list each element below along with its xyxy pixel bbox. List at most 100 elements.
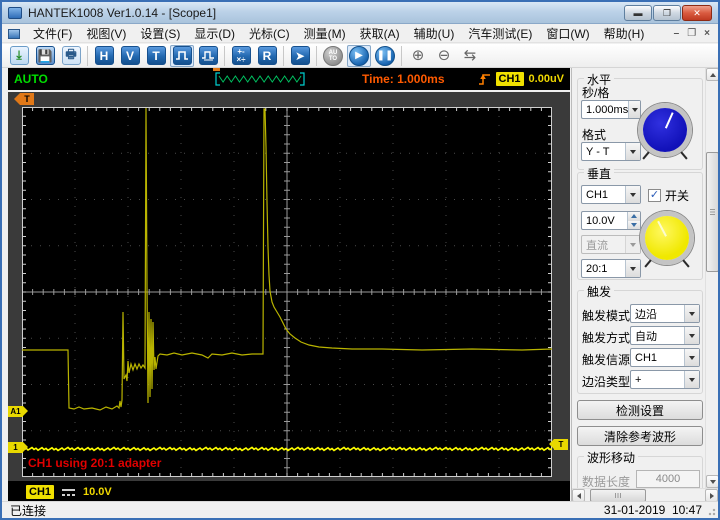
channel1-level-marker[interactable]: 1	[8, 442, 28, 453]
format-select[interactable]: Y - T	[581, 142, 641, 161]
chevron-down-icon[interactable]	[684, 327, 699, 344]
horizontal-panel-button[interactable]: H	[92, 45, 116, 67]
waveform-list-button[interactable]	[196, 45, 220, 67]
channel-select[interactable]: CH1	[581, 185, 641, 204]
mdi-close-button[interactable]: ×	[704, 28, 710, 39]
print-button[interactable]: 🖶	[59, 45, 83, 67]
menu-help[interactable]: 帮助(H)	[597, 25, 652, 43]
probe-ratio-select[interactable]: 20:1	[581, 259, 641, 278]
clear-reference-button[interactable]: 清除参考波形	[577, 426, 703, 446]
cursor-measure-button[interactable]: ➤	[288, 45, 312, 67]
checkbox-check-icon: ✓	[648, 189, 661, 202]
trigger-group-title: 触发	[584, 283, 615, 300]
trigger-sweep-select[interactable]: 自动	[630, 326, 700, 345]
minimize-button[interactable]: ▬	[624, 5, 652, 21]
data-length-field[interactable]: 4000	[636, 470, 700, 488]
vertical-panel-button[interactable]: V	[118, 45, 142, 67]
format-label: 格式	[582, 128, 607, 142]
chevron-down-icon[interactable]	[628, 101, 640, 118]
menu-measure[interactable]: 测量(M)	[297, 25, 353, 43]
load-data-icon: ⤓	[9, 46, 29, 65]
title-bar: HANTEK1008 Ver1.0.14 - [Scope1] ▬ ❐ ✕	[2, 2, 718, 24]
save-button[interactable]: 💾	[33, 45, 57, 67]
refresh-icon: ⇆	[463, 47, 477, 64]
acquisition-mode-label: AUTO	[14, 72, 48, 86]
toolbar-separator	[224, 45, 225, 66]
pause-button[interactable]: ❚❚	[373, 45, 397, 67]
timebase-select[interactable]: 1.000ms	[581, 100, 641, 119]
chevron-down-icon[interactable]	[684, 349, 699, 366]
chevron-down-icon[interactable]	[625, 186, 640, 203]
spin-up-icon[interactable]	[628, 212, 640, 221]
menu-window[interactable]: 窗口(W)	[539, 25, 596, 43]
zoom-out-icon: ⊖	[437, 47, 451, 64]
scope-window: AUTO Time: 1.000ms CH1 0.00uV T A1 1 T C…	[2, 68, 571, 503]
spin-down-icon[interactable]	[628, 220, 640, 229]
close-button[interactable]: ✕	[682, 5, 712, 21]
panel-vertical-scrollbar[interactable]	[705, 68, 718, 488]
channel-switch-checkbox[interactable]: ✓ 开关	[648, 187, 689, 204]
mdi-minimize-button[interactable]: –	[674, 28, 680, 39]
waveform-preview[interactable]	[213, 71, 307, 87]
menu-utility[interactable]: 辅助(U)	[407, 25, 462, 43]
coupling-select[interactable]: 直流	[581, 235, 641, 254]
math-button[interactable]: +- ×÷	[229, 45, 253, 67]
scroll-down-icon[interactable]	[706, 475, 718, 488]
waveform-mode-button[interactable]	[170, 44, 194, 67]
chevron-down-icon[interactable]	[684, 371, 699, 388]
reference-button[interactable]: R	[255, 45, 279, 67]
datetime-label: 31-01-2019 10:47	[603, 503, 702, 517]
menu-cursor[interactable]: 光标(C)	[242, 25, 297, 43]
vertical-knob[interactable]	[640, 211, 694, 265]
toolbar-separator	[316, 45, 317, 66]
vertical-scroll-thumb[interactable]	[706, 152, 718, 272]
chevron-down-icon[interactable]	[625, 143, 640, 160]
vertical-icon: V	[120, 46, 140, 65]
mdi-child-icon[interactable]	[8, 28, 20, 39]
trigger-group: 触发 触发模式 边沿 触发方式 自动 触发信源 CH1 边沿类型 +	[577, 283, 703, 394]
control-panel-column: 水平 秒/格 1.000ms 格式 Y - T 垂直 CH1 ✓ 开关 10.0…	[571, 68, 718, 502]
menu-settings[interactable]: 设置(S)	[133, 25, 187, 43]
channel1-volts-div: 10.0V	[83, 486, 112, 498]
window-title: HANTEK1008 Ver1.0.14 - [Scope1]	[28, 5, 217, 20]
autoset-button[interactable]: AU TO	[321, 45, 345, 67]
chevron-down-icon[interactable]	[625, 260, 640, 277]
vertical-group-title: 垂直	[584, 165, 615, 182]
waveform-preview-svg	[215, 72, 305, 86]
pulse-list-icon	[198, 46, 218, 65]
panel-horizontal-scrollbar[interactable]	[572, 488, 718, 502]
run-button[interactable]: ▶	[347, 44, 371, 67]
mdi-restore-button[interactable]: ❐	[687, 28, 696, 39]
detect-settings-button[interactable]: 检测设置	[577, 400, 703, 420]
horizontal-knob[interactable]	[638, 103, 692, 157]
menu-display[interactable]: 显示(D)	[187, 25, 242, 43]
volts-div-spinner[interactable]: 10.0V	[581, 211, 641, 230]
waveform-move-group: 波形移动 数据长度 4000	[577, 449, 703, 488]
edge-type-select[interactable]: +	[630, 370, 700, 389]
chevron-down-icon[interactable]	[684, 305, 699, 322]
timebase-label: Time: 1.000ms	[362, 72, 445, 86]
scroll-up-icon[interactable]	[706, 68, 718, 81]
dc-coupling-icon	[62, 488, 76, 497]
chevron-down-icon	[625, 236, 640, 253]
channel1-badge[interactable]: CH1	[26, 485, 55, 499]
app-icon	[8, 6, 22, 19]
load-data-button[interactable]: ⤓	[7, 45, 31, 67]
app-window: HANTEK1008 Ver1.0.14 - [Scope1] ▬ ❐ ✕ 文件…	[0, 0, 720, 520]
menu-acquire[interactable]: 获取(A)	[353, 25, 407, 43]
adapter-note: CH1 using 20:1 adapter	[28, 456, 162, 470]
zoom-out-button[interactable]: ⊖	[432, 45, 456, 67]
restore-button[interactable]: ❐	[653, 5, 681, 21]
trigger-level-marker[interactable]: T	[549, 439, 568, 450]
menu-view[interactable]: 视图(V)	[79, 25, 133, 43]
resize-grip[interactable]	[706, 506, 716, 516]
menu-auto-test[interactable]: 汽车测试(E)	[461, 25, 539, 43]
zoom-in-button[interactable]: ⊕	[406, 45, 430, 67]
reference-level-marker[interactable]: A1	[8, 406, 28, 417]
trigger-position-marker[interactable]: T	[14, 93, 34, 105]
refresh-button[interactable]: ⇆	[458, 45, 482, 67]
trigger-panel-button[interactable]: T	[144, 45, 168, 67]
trigger-source-select[interactable]: CH1	[630, 348, 700, 367]
menu-file[interactable]: 文件(F)	[26, 25, 79, 43]
trigger-mode-select[interactable]: 边沿	[630, 304, 700, 323]
